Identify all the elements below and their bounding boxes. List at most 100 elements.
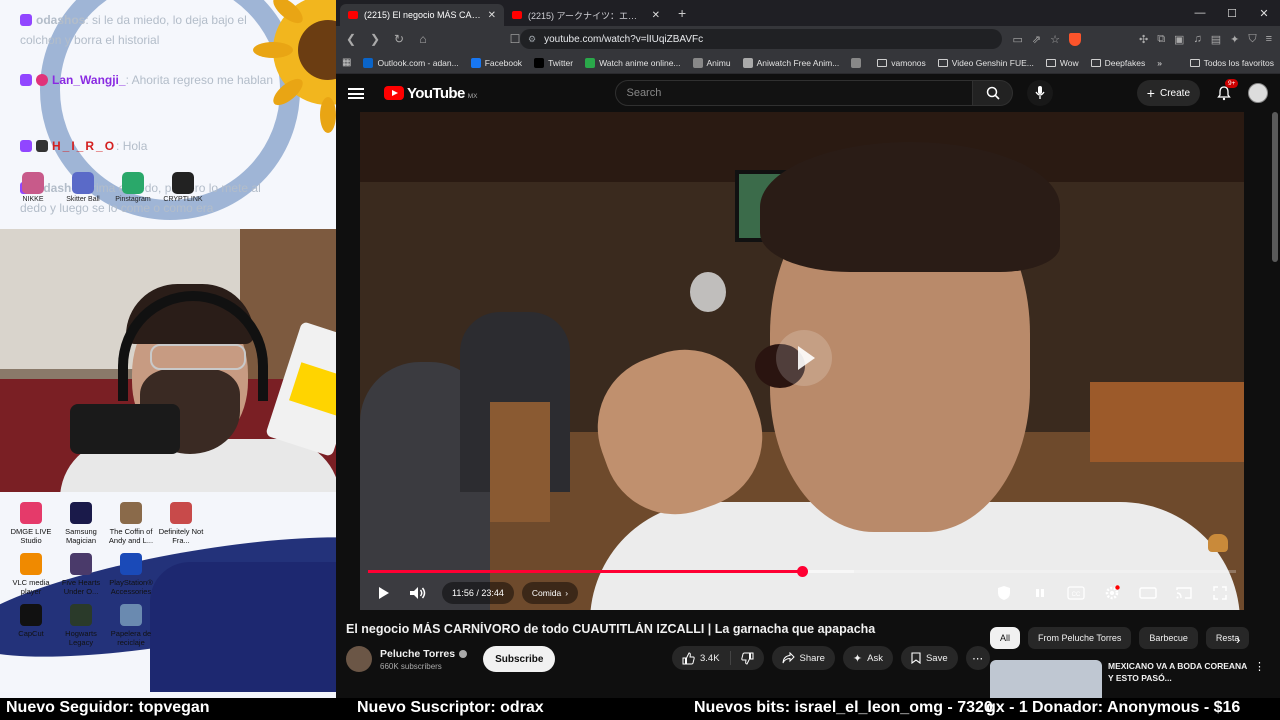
ai-icon[interactable]: ✦ [1230, 33, 1239, 46]
page-scrollbar[interactable] [1272, 112, 1278, 262]
back-icon[interactable]: ❮ [344, 32, 358, 46]
more-vertical-icon[interactable]: ⋮ [1254, 660, 1265, 700]
bookmark-folder[interactable]: Video Genshin FUE... [937, 58, 1034, 68]
tray-app[interactable]: Skitter Ball [62, 172, 104, 203]
mute-button[interactable] [404, 582, 432, 604]
share-icon[interactable]: ⇗ [1032, 33, 1041, 46]
recommended-title[interactable]: MEXICANO VA A BODA COREANA Y ESTO PASÓ..… [1108, 660, 1248, 700]
desktop-shortcut[interactable]: The Coffin of Andy and L... [106, 502, 156, 545]
theater-mode-button[interactable] [1134, 582, 1162, 604]
url-field[interactable]: ⚙ youtube.com/watch?v=lIUqiZBAVFc [520, 29, 1003, 49]
captions-button[interactable]: CC [1062, 582, 1090, 604]
bookmark-item[interactable] [851, 57, 865, 68]
country-code: MX [467, 92, 478, 100]
maximize-icon[interactable]: ☐ [1216, 7, 1248, 20]
bookmark-item[interactable]: Watch anime online... [585, 57, 681, 68]
tab-youtube-active[interactable]: (2215) El negocio MÁS CARNÍVORO de todo … [340, 4, 504, 26]
minimize-icon[interactable]: — [1184, 7, 1216, 20]
bookmark-item[interactable]: Outlook.com - adan... [363, 57, 459, 68]
music-icon[interactable]: ♫ [1193, 33, 1201, 46]
youtube-logo[interactable]: YouTube MX [384, 85, 477, 102]
channel-avatar[interactable] [346, 646, 372, 672]
filter-chip[interactable]: Resta [1205, 627, 1250, 649]
more-bookmarks-icon[interactable]: » [1157, 58, 1162, 68]
all-bookmarks[interactable]: Todos los favoritos [1189, 58, 1274, 68]
desktop-shortcut[interactable]: Hogwarts Legacy [56, 604, 106, 647]
chat-message: H_I_R_O: Hola [20, 136, 290, 156]
subscribe-button[interactable]: Subscribe [483, 646, 556, 672]
bookmark-folder[interactable]: vamonos [877, 58, 926, 68]
desktop-shortcut[interactable]: Five Hearts Under O... [56, 553, 106, 596]
scrubber-handle[interactable] [797, 566, 808, 577]
filter-chip[interactable]: Barbecue [1139, 627, 1198, 649]
puzzle-icon[interactable]: ⧉ [1157, 33, 1165, 46]
filter-chip[interactable]: From Peluche Torres [1028, 627, 1132, 649]
video-thumbnail[interactable] [990, 660, 1102, 700]
desktop-shortcut[interactable]: VLC media player [6, 553, 56, 596]
forward-icon[interactable]: ❯ [368, 32, 382, 46]
chevron-right-icon[interactable]: › [1236, 632, 1240, 647]
tab-youtube[interactable]: (2215) アークナイツ：エンドフィールド - YouTube ✕ [504, 4, 668, 26]
wallet-icon[interactable]: ▤ [1211, 33, 1221, 46]
vpn-icon[interactable]: ⛉ [1248, 33, 1256, 46]
close-tab-icon[interactable]: ✕ [488, 10, 496, 21]
progress-bar[interactable] [368, 566, 1236, 577]
brave-shield-icon[interactable] [1068, 32, 1081, 46]
desktop-shortcut[interactable]: Samsung Magician [56, 502, 106, 545]
tray-app[interactable]: CRYPTLINK [162, 172, 204, 203]
tray-app[interactable]: Pinstagram [112, 172, 154, 203]
search-button[interactable] [973, 80, 1014, 106]
desktop-shortcut[interactable]: CapCut [6, 604, 56, 647]
app-icon [120, 553, 142, 575]
voice-search-button[interactable] [1027, 80, 1054, 106]
like-button[interactable]: 3.4K [672, 646, 730, 670]
extension-icon[interactable]: ✣ [1139, 33, 1148, 46]
desktop-shortcut [156, 553, 206, 596]
bookmark-folder[interactable]: Wow [1045, 58, 1079, 68]
autoplay-toggle[interactable] [1026, 582, 1054, 604]
account-avatar[interactable] [1248, 83, 1268, 103]
apps-grid-icon[interactable]: ▦ [342, 57, 351, 68]
home-icon[interactable]: ⌂ [416, 32, 430, 46]
channel-name[interactable]: Peluche Torres [380, 648, 455, 660]
settings-button[interactable] [1098, 582, 1126, 604]
desktop-shortcut[interactable]: Definitely Not Fra... [156, 502, 206, 545]
reload-icon[interactable]: ↻ [392, 32, 406, 46]
save-button[interactable]: Save [900, 646, 958, 670]
guide-menu-icon[interactable] [348, 87, 364, 99]
bookmark-item[interactable]: Aniwatch Free Anim... [742, 57, 839, 68]
bookmark-item[interactable]: Twitter [534, 57, 573, 68]
more-actions-button[interactable]: ⋯ [965, 646, 990, 670]
recommended-video[interactable]: MEXICANO VA A BODA COREANA Y ESTO PASÓ..… [990, 660, 1270, 700]
ask-button[interactable]: ✦ Ask [842, 646, 893, 670]
desktop-shortcut[interactable]: PlayStation® Accessories [106, 553, 156, 596]
filter-chip[interactable]: All [990, 627, 1021, 649]
bookmark-page-icon[interactable]: ☐ [508, 32, 522, 46]
desktop-shortcut[interactable]: DMGE LIVE Studio [6, 502, 56, 545]
video-player[interactable]: 11:56 / 23:44 Comida › CC [360, 112, 1244, 610]
ad-shield-button[interactable] [990, 582, 1018, 604]
bookmark-item[interactable]: Animu [692, 57, 731, 68]
notifications-button[interactable]: 9+ [1216, 79, 1239, 101]
tray-app[interactable]: NIKKE [12, 172, 54, 203]
play-button[interactable] [370, 582, 398, 604]
new-tab-button[interactable]: + [668, 5, 696, 21]
dislike-button[interactable] [731, 646, 764, 670]
cast-button[interactable] [1170, 582, 1198, 604]
share-button[interactable]: Share [771, 646, 835, 670]
close-tab-icon[interactable]: ✕ [652, 10, 660, 21]
sidebar-icon[interactable]: ▣ [1174, 33, 1184, 46]
cast-icon[interactable]: ▭ [1012, 33, 1022, 46]
chapter-button[interactable]: Comida › [521, 582, 579, 604]
play-overlay-icon[interactable] [776, 330, 832, 386]
fullscreen-button[interactable] [1206, 582, 1234, 604]
bookmark-item[interactable]: Facebook [470, 57, 522, 68]
menu-icon[interactable]: ≡ [1266, 33, 1272, 46]
search-input[interactable]: Search [615, 80, 974, 106]
bookmark-folder[interactable]: Deepfakes [1090, 58, 1145, 68]
close-window-icon[interactable]: ✕ [1248, 7, 1280, 20]
desktop-shortcut[interactable]: Papelera de reciclaje [106, 604, 156, 647]
create-button[interactable]: + Create [1136, 80, 1200, 106]
star-icon[interactable]: ☆ [1050, 33, 1060, 46]
site-info-icon[interactable]: ⚙ [528, 34, 536, 45]
